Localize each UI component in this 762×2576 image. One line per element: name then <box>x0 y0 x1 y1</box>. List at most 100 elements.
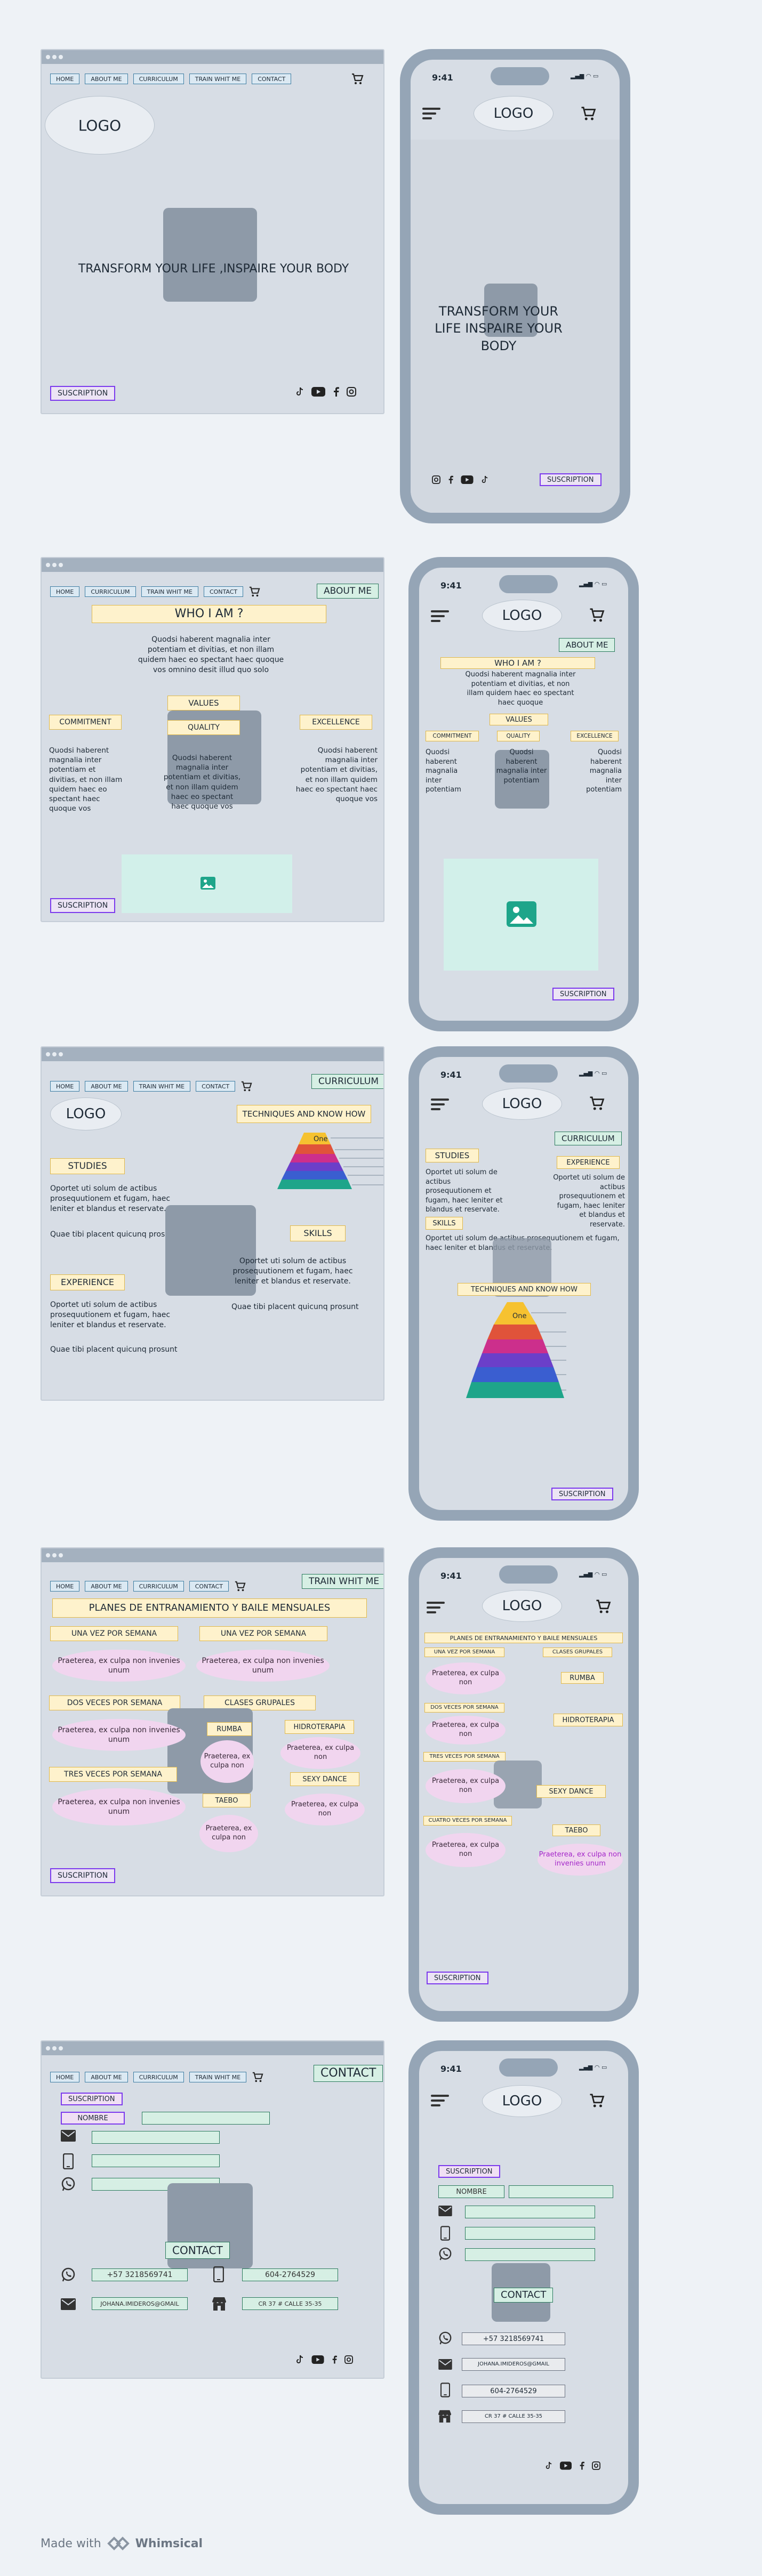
nav-curriculum[interactable]: CURRICULUM <box>133 1581 184 1592</box>
tiktok-icon[interactable] <box>295 2355 304 2364</box>
made-with-footer[interactable]: Made with Whimsical <box>41 2536 203 2551</box>
nav-home[interactable]: HOME <box>50 586 80 597</box>
nav-curriculum[interactable]: CURRICULUM <box>133 2072 184 2082</box>
suscription-button[interactable]: SUSCRIPTION <box>50 898 116 913</box>
cart-icon[interactable] <box>248 586 260 597</box>
contact-submit-button[interactable]: CONTACT <box>165 2242 230 2259</box>
nav-contact[interactable]: CONTACT <box>196 1081 236 1092</box>
email-field[interactable] <box>465 2206 595 2218</box>
nav-curriculum[interactable]: CURRICULUM <box>133 74 184 84</box>
logo[interactable]: LOGO <box>482 1088 562 1120</box>
nav-train[interactable]: TRAIN WHIT ME <box>133 1081 191 1092</box>
nav-home[interactable]: HOME <box>50 1581 80 1592</box>
plan-sexy[interactable]: Praeterea, ex culpa non <box>285 1794 365 1826</box>
logo[interactable]: LOGO <box>474 96 554 131</box>
cart-icon[interactable] <box>240 1080 252 1092</box>
logo[interactable]: LOGO <box>50 1097 122 1130</box>
facebook-icon[interactable] <box>333 387 339 397</box>
phone-2[interactable]: 604-2764529 <box>462 2385 565 2397</box>
nav-about[interactable]: ABOUT ME <box>85 2072 128 2082</box>
youtube-icon[interactable] <box>311 387 325 397</box>
whatsapp-field[interactable] <box>465 2248 595 2261</box>
suscription-button[interactable]: SUSCRIPTION <box>540 473 601 486</box>
cart-icon[interactable] <box>580 106 596 122</box>
nav-home[interactable]: HOME <box>50 2072 80 2082</box>
email-value[interactable]: JOHANA.IMIDEROS@GMAIL <box>92 2297 188 2310</box>
nav-curriculum[interactable]: CURRICULUM <box>85 586 136 597</box>
plan-taebo[interactable]: Praeterea, ex culpa non invenies unum <box>538 1844 623 1876</box>
suscription-button[interactable]: SUSCRIPTION <box>50 1868 116 1883</box>
nav-about[interactable]: ABOUT ME <box>85 1581 128 1592</box>
plan-rumba[interactable]: Praeterea, ex culpa non <box>200 1740 254 1783</box>
email-field[interactable] <box>92 2131 220 2144</box>
youtube-icon[interactable] <box>560 2461 572 2470</box>
nav-train[interactable]: TRAIN WHIT ME <box>189 74 247 84</box>
plan-thrice[interactable]: Praeterea, ex culpa non invenies unum <box>52 1788 186 1826</box>
nav-home[interactable]: HOME <box>50 74 80 84</box>
suscription-button[interactable]: SUSCRIPTION <box>427 1972 488 1984</box>
menu-icon[interactable] <box>427 1601 445 1614</box>
cart-icon[interactable] <box>589 1095 605 1111</box>
facebook-icon[interactable] <box>579 2461 584 2470</box>
address-value[interactable]: CR 37 # CALLE 35-35 <box>462 2410 565 2423</box>
plan-once-2[interactable]: Praeterea, ex culpa non invenies unum <box>196 1650 330 1682</box>
nav-contact[interactable]: CONTACT <box>252 74 292 84</box>
plan-thrice[interactable]: Praeterea, ex culpa non <box>426 1769 506 1803</box>
address-value[interactable]: CR 37 # CALLE 35-35 <box>242 2297 338 2310</box>
nav-about[interactable]: ABOUT ME <box>85 74 128 84</box>
name-field[interactable] <box>509 2185 613 2198</box>
nav-train[interactable]: TRAIN WHIT ME <box>189 2072 247 2082</box>
experience-text: Oportet uti solum de actibus prosequutio… <box>553 1174 625 1229</box>
section-tag: ABOUT ME <box>559 638 615 652</box>
plan-once[interactable]: Praeterea, ex culpa non <box>426 1662 506 1694</box>
menu-icon[interactable] <box>431 1097 449 1111</box>
logo[interactable]: LOGO <box>482 1590 562 1622</box>
nav-train[interactable]: TRAIN WHIT ME <box>141 586 198 597</box>
cart-icon[interactable] <box>589 607 605 623</box>
plan-hidro[interactable]: Praeterea, ex culpa non <box>280 1737 360 1769</box>
plan-taebo[interactable]: Praeterea, ex culpa non <box>199 1815 258 1852</box>
cart-icon[interactable] <box>234 1580 246 1592</box>
logo[interactable]: LOGO <box>45 96 155 155</box>
phone-2[interactable]: 604-2764529 <box>242 2268 338 2281</box>
phone-field[interactable] <box>465 2227 595 2240</box>
nav-contact[interactable]: CONTACT <box>203 586 244 597</box>
menu-icon[interactable] <box>431 609 449 623</box>
plan-twice[interactable]: Praeterea, ex culpa non <box>426 1716 506 1745</box>
phone-1[interactable]: +57 3218569741 <box>462 2332 565 2345</box>
plan-four[interactable]: Praeterea, ex culpa non <box>426 1833 506 1867</box>
nav-about[interactable]: ABOUT ME <box>85 1081 128 1092</box>
email-value[interactable]: JOHANA.IMIDEROS@GMAIL <box>462 2358 565 2371</box>
suscription-button[interactable]: SUSCRIPTION <box>551 1488 613 1500</box>
phone-1[interactable]: +57 3218569741 <box>92 2268 188 2281</box>
logo[interactable]: LOGO <box>482 2085 562 2117</box>
phone-field[interactable] <box>92 2154 220 2167</box>
instagram-icon[interactable] <box>344 2355 353 2364</box>
nav-contact[interactable]: CONTACT <box>189 1581 229 1592</box>
tiktok-icon[interactable] <box>545 2461 552 2470</box>
instagram-icon[interactable] <box>432 475 440 484</box>
suscription-button[interactable]: SUSCRIPTION <box>50 386 116 401</box>
menu-icon[interactable] <box>422 107 440 120</box>
cart-icon[interactable] <box>595 1598 611 1614</box>
instagram-icon[interactable] <box>347 387 356 397</box>
youtube-icon[interactable] <box>311 2355 324 2364</box>
instagram-icon[interactable] <box>592 2461 600 2470</box>
suscription-button[interactable]: SUSCRIPTION <box>552 988 614 1000</box>
tiktok-icon[interactable] <box>481 475 488 484</box>
facebook-icon[interactable] <box>448 475 453 484</box>
store-icon <box>437 2409 452 2425</box>
tiktok-icon[interactable] <box>295 387 304 397</box>
plan-once[interactable]: Praeterea, ex culpa non invenies unum <box>52 1650 186 1682</box>
plan-twice[interactable]: Praeterea, ex culpa non invenies unum <box>52 1719 186 1751</box>
facebook-icon[interactable] <box>332 2355 337 2364</box>
nav-home[interactable]: HOME <box>50 1081 80 1092</box>
logo[interactable]: LOGO <box>482 600 562 632</box>
youtube-icon[interactable] <box>461 475 474 484</box>
cart-icon[interactable] <box>589 2093 605 2109</box>
cart-icon[interactable] <box>252 2071 263 2083</box>
menu-icon[interactable] <box>431 2094 449 2107</box>
name-field[interactable] <box>142 2112 270 2125</box>
contact-submit-button[interactable]: CONTACT <box>494 2288 554 2303</box>
cart-icon[interactable] <box>351 72 364 85</box>
